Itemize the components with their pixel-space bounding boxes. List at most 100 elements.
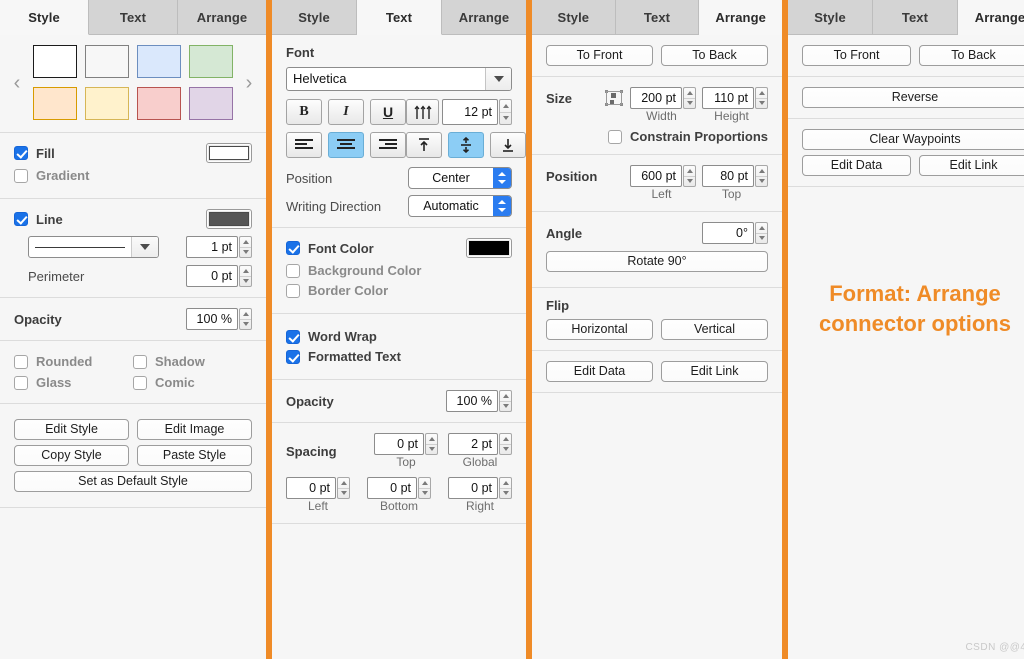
to-front-button[interactable]: To Front [802, 45, 911, 66]
spacing-top-arrows[interactable] [425, 433, 438, 455]
perimeter-value[interactable]: 0 pt [186, 265, 238, 287]
set-as-default-style-button[interactable]: Set as Default Style [14, 471, 252, 492]
line-checkbox-row[interactable]: Line [14, 212, 63, 227]
tab-text[interactable]: Text [873, 0, 958, 35]
chevron-down-icon[interactable] [485, 68, 511, 90]
copy-style-button[interactable]: Copy Style [14, 445, 129, 466]
tab-arrange[interactable]: Arrange [178, 0, 266, 35]
underline-button[interactable]: U [370, 99, 406, 125]
spacing-global-arrows[interactable] [499, 433, 512, 455]
to-back-button[interactable]: To Back [661, 45, 768, 66]
edit-data-button[interactable]: Edit Data [802, 155, 911, 176]
style-swatch-white-black-border[interactable] [33, 45, 77, 78]
edit-link-button[interactable]: Edit Link [661, 361, 768, 382]
fill-checkbox-row[interactable]: Fill [14, 146, 55, 161]
to-back-button[interactable]: To Back [919, 45, 1024, 66]
opacity-stepper-style[interactable]: 100 % [186, 308, 252, 330]
height-value[interactable]: 110 pt [702, 87, 754, 109]
spacing-global-stepper[interactable]: 2 pt [448, 433, 512, 455]
perimeter-stepper-arrows[interactable] [239, 265, 252, 287]
left-stepper-arrows[interactable] [683, 165, 696, 187]
width-stepper[interactable]: 200 pt [630, 87, 696, 109]
flip-horizontal-button[interactable]: Horizontal [546, 319, 653, 340]
flip-vertical-button[interactable]: Vertical [661, 319, 768, 340]
writing-direction-value[interactable]: Automatic [409, 196, 493, 216]
comic-checkbox[interactable] [133, 376, 147, 390]
top-value[interactable]: 80 pt [702, 165, 754, 187]
tab-arrange[interactable]: Arrange [442, 0, 526, 35]
border-color-checkbox-row[interactable]: Border Color [286, 283, 512, 298]
gallery-prev-icon[interactable]: ‹ [6, 73, 28, 93]
angle-value[interactable]: 0° [702, 222, 754, 244]
line-style-dropdown[interactable] [28, 236, 159, 258]
font-color-well[interactable] [466, 238, 512, 258]
style-swatch-red[interactable] [137, 87, 181, 120]
style-swatch-white-gray-border[interactable] [85, 45, 129, 78]
font-color-checkbox[interactable] [286, 241, 300, 255]
align-center-icon[interactable] [328, 132, 364, 158]
style-swatch-yellow[interactable] [85, 87, 129, 120]
background-color-checkbox-row[interactable]: Background Color [286, 263, 512, 278]
font-family-dropdown[interactable]: Helvetica [286, 67, 512, 91]
tab-arrange[interactable]: Arrange [699, 0, 782, 35]
formatted-text-checkbox[interactable] [286, 350, 300, 364]
gallery-next-icon[interactable]: › [238, 73, 260, 93]
line-checkbox[interactable] [14, 212, 28, 226]
tab-style[interactable]: Style [532, 0, 616, 35]
tab-text[interactable]: Text [616, 0, 700, 35]
gradient-checkbox[interactable] [14, 169, 28, 183]
position-value[interactable]: Center [409, 168, 493, 188]
gradient-checkbox-row[interactable]: Gradient [14, 168, 252, 183]
spacing-global-value[interactable]: 2 pt [448, 433, 498, 455]
line-width-stepper[interactable]: 1 pt [186, 236, 252, 258]
rotate-90-button[interactable]: Rotate 90° [546, 251, 768, 272]
edit-style-button[interactable]: Edit Style [14, 419, 129, 440]
line-width-value[interactable]: 1 pt [186, 236, 238, 258]
opacity-value-text[interactable]: 100 % [446, 390, 498, 412]
tab-text[interactable]: Text [89, 0, 178, 35]
perimeter-stepper[interactable]: 0 pt [186, 265, 252, 287]
tab-style[interactable]: Style [0, 0, 89, 35]
clear-waypoints-button[interactable]: Clear Waypoints [802, 129, 1024, 150]
align-bottom-icon[interactable] [490, 132, 526, 158]
spacing-bottom-stepper[interactable]: 0 pt [367, 477, 431, 499]
style-swatch-green[interactable] [189, 45, 233, 78]
position-dropdown[interactable]: Center [408, 167, 512, 189]
opacity-stepper-arrows-style[interactable] [239, 308, 252, 330]
word-wrap-checkbox[interactable] [286, 330, 300, 344]
opacity-stepper-arrows-text[interactable] [499, 390, 512, 412]
spacing-right-value[interactable]: 0 pt [448, 477, 498, 499]
style-swatch-blue[interactable] [137, 45, 181, 78]
tab-text[interactable]: Text [357, 0, 442, 35]
shadow-checkbox-row[interactable]: Shadow [133, 354, 252, 369]
paste-style-button[interactable]: Paste Style [137, 445, 252, 466]
left-value[interactable]: 600 pt [630, 165, 682, 187]
bold-button[interactable]: B [286, 99, 322, 125]
font-size-stepper-arrows[interactable] [499, 99, 512, 125]
constrain-proportions-checkbox[interactable] [608, 130, 622, 144]
angle-stepper-arrows[interactable] [755, 222, 768, 244]
tab-arrange[interactable]: Arrange [958, 0, 1024, 35]
glass-checkbox[interactable] [14, 376, 28, 390]
width-value[interactable]: 200 pt [630, 87, 682, 109]
spacing-left-stepper[interactable]: 0 pt [286, 477, 350, 499]
height-stepper-arrows[interactable] [755, 87, 768, 109]
line-width-stepper-arrows[interactable] [239, 236, 252, 258]
fill-color-well[interactable] [206, 143, 252, 163]
tab-style[interactable]: Style [272, 0, 357, 35]
spacing-top-value[interactable]: 0 pt [374, 433, 424, 455]
chevron-down-icon[interactable] [131, 237, 158, 257]
width-stepper-arrows[interactable] [683, 87, 696, 109]
font-size-value[interactable]: 12 pt [442, 99, 498, 125]
formatted-text-checkbox-row[interactable]: Formatted Text [286, 349, 512, 364]
edit-data-button[interactable]: Edit Data [546, 361, 653, 382]
border-color-checkbox[interactable] [286, 284, 300, 298]
font-size-stepper[interactable]: 12 pt [442, 99, 512, 125]
left-stepper[interactable]: 600 pt [630, 165, 696, 187]
spacing-left-arrows[interactable] [337, 477, 350, 499]
spacing-left-value[interactable]: 0 pt [286, 477, 336, 499]
constrain-checkbox-row[interactable]: Constrain Proportions [608, 129, 768, 144]
rounded-checkbox[interactable] [14, 355, 28, 369]
spacing-right-stepper[interactable]: 0 pt [448, 477, 512, 499]
updown-chevron-icon[interactable] [493, 196, 511, 216]
